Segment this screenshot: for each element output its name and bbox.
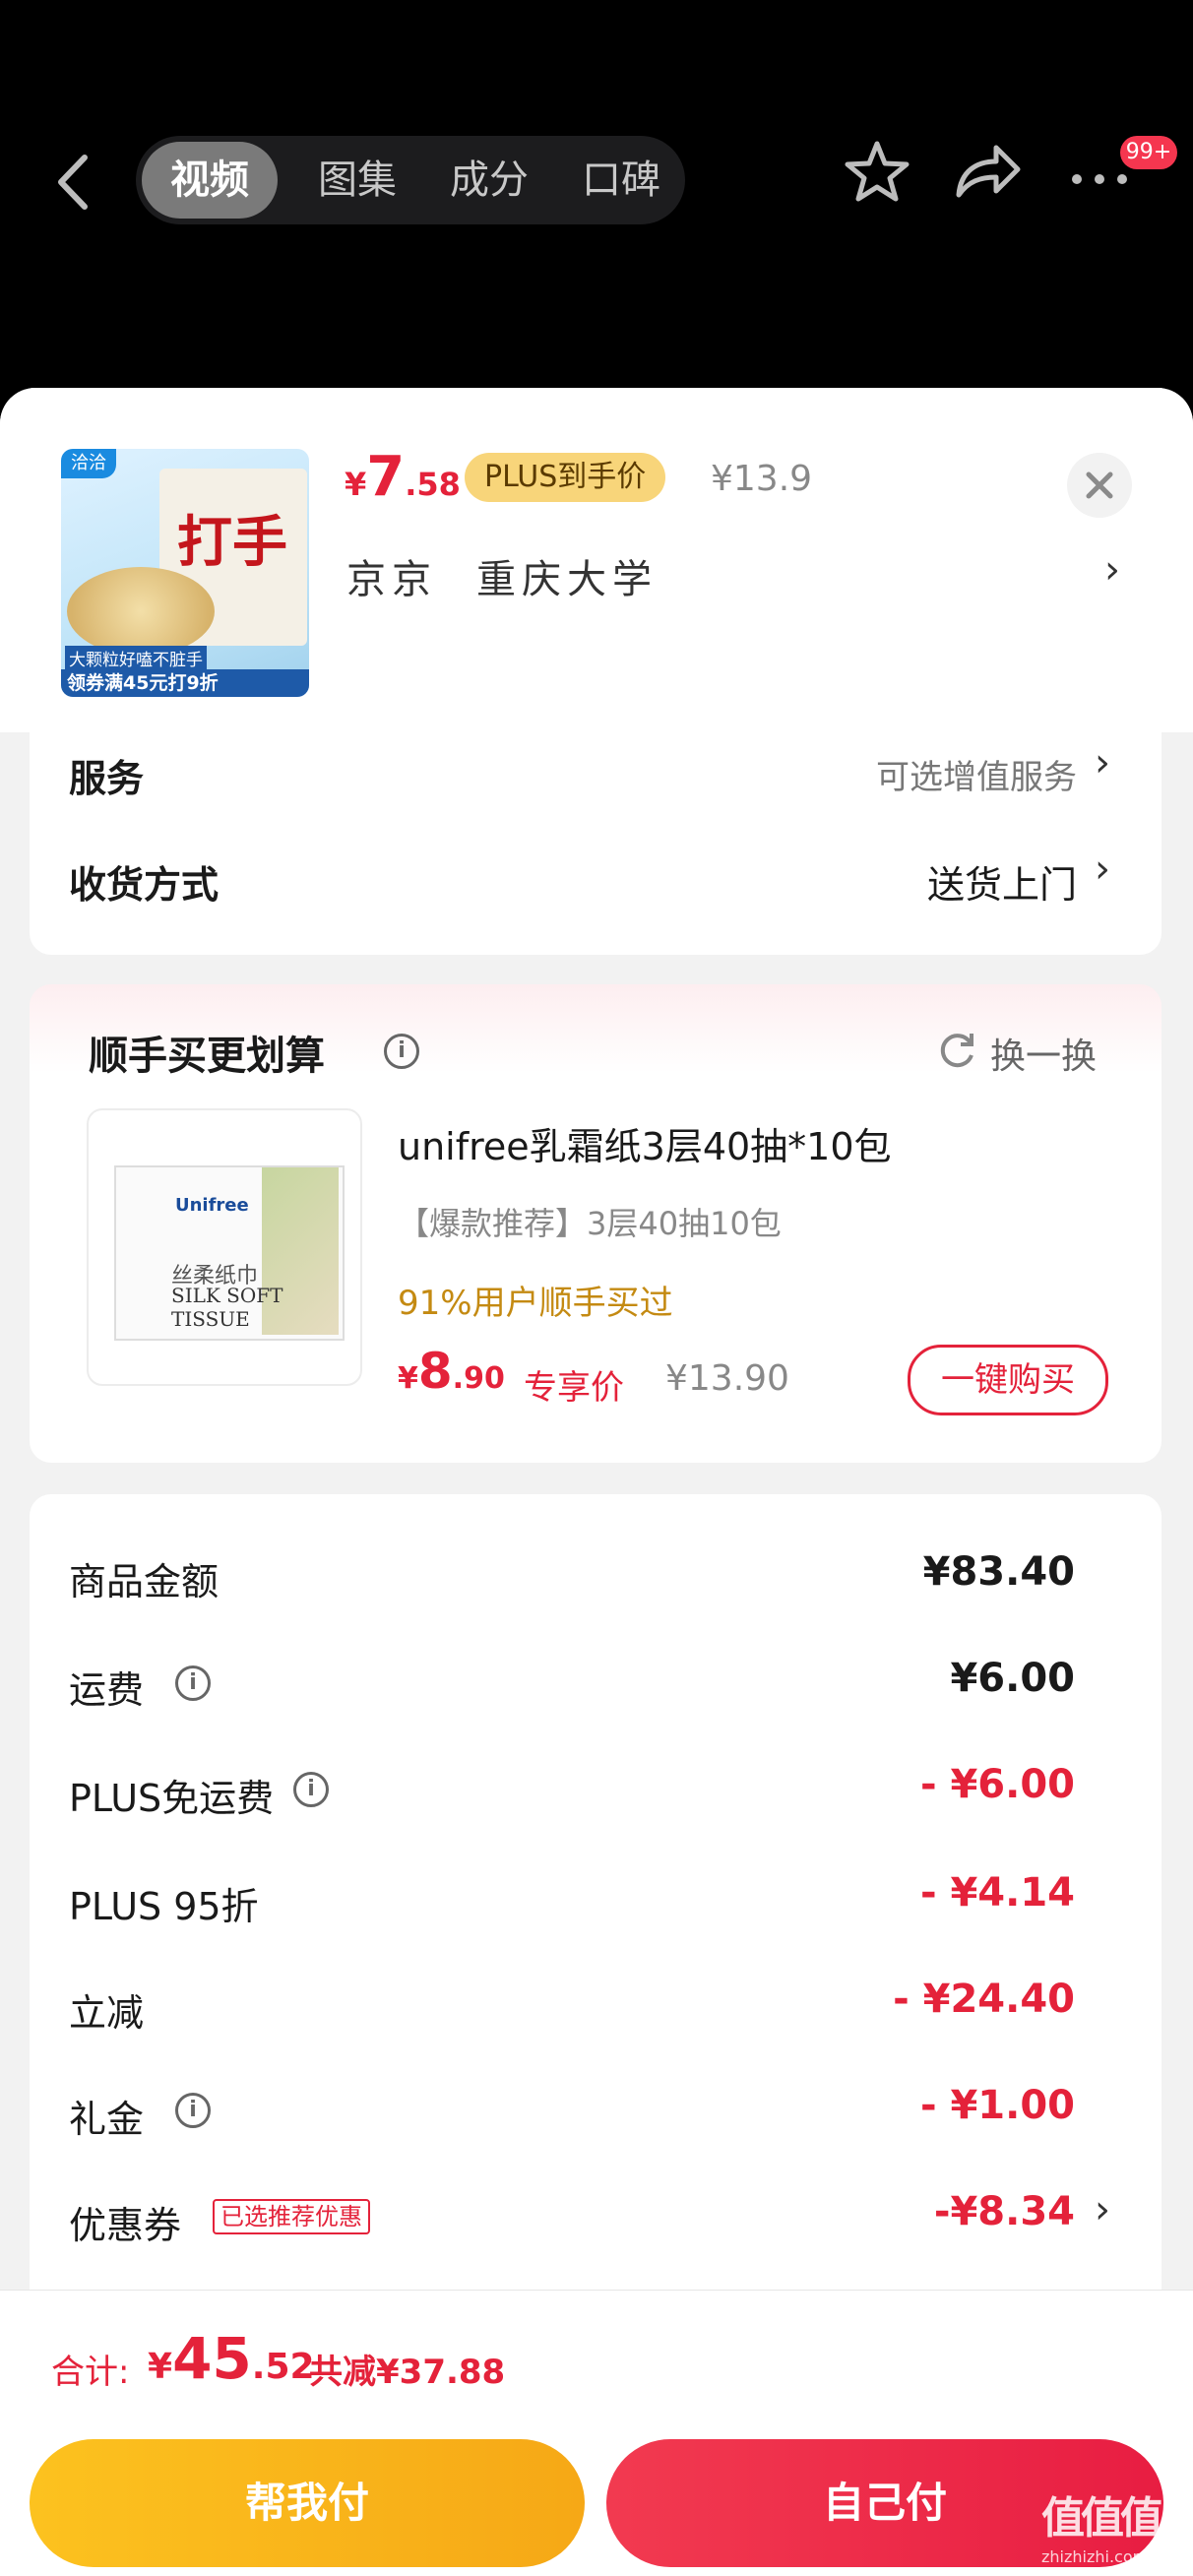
summary-label-instant-discount: 立减 [69, 1991, 145, 2035]
tab-ingredients[interactable]: 成分 [425, 136, 553, 224]
summary-value-goods: ¥83.40 [922, 1549, 1075, 1595]
notification-badge: 99+ [1120, 136, 1177, 169]
plus-price-badge: PLUS到手价 [465, 453, 666, 502]
summary-label-shipping: 运费 [69, 1668, 145, 1712]
address-chevron-icon[interactable]: › [1104, 547, 1120, 593]
summary-label-plus-free-shipping: PLUS免运费 [69, 1777, 275, 1820]
coupon-chevron-icon[interactable]: › [1095, 2187, 1110, 2232]
coupon-tag: 已选推荐优惠 [213, 2199, 370, 2234]
addon-social-proof: 91%用户顺手买过 [398, 1284, 673, 1323]
addon-original-price: ¥13.90 [665, 1358, 789, 1399]
watermark-logo: 值值值 [1041, 2493, 1163, 2544]
address-name[interactable]: 京京 [346, 547, 437, 604]
summary-label-coupon: 优惠券 [69, 2204, 182, 2247]
thumb-coupon: 领券满45元打9折 [61, 669, 309, 697]
favorite-star-icon[interactable] [843, 138, 911, 211]
close-icon[interactable] [1067, 453, 1132, 518]
tab-video[interactable]: 视频 [142, 142, 278, 219]
delivery-label: 收货方式 [69, 863, 220, 907]
addon-product-image[interactable]: Unifree 丝柔纸巾 SILK SOFT TISSUE [87, 1108, 362, 1386]
summary-value-gift: - ¥1.00 [919, 2083, 1075, 2128]
addon-price-label: 专享价 [524, 1368, 624, 1408]
service-value[interactable]: 可选增值服务 [630, 750, 1077, 798]
tissue-box-side [262, 1167, 339, 1335]
media-tabs: 视频 图集 成分 口碑 [136, 136, 685, 224]
addon-info-icon[interactable]: i [384, 1034, 419, 1069]
delivery-value[interactable]: 送货上门 [630, 854, 1077, 909]
help-me-pay-button[interactable]: 帮我付 [30, 2439, 585, 2567]
summary-value-instant-discount: - ¥24.40 [893, 1977, 1075, 2022]
price-summary-card [30, 1494, 1162, 2380]
tissue-brand: Unifree [175, 1195, 249, 1216]
address-place[interactable]: 重庆大学 [476, 547, 658, 604]
plus-shipping-info-icon[interactable]: i [293, 1772, 329, 1807]
summary-label-gift: 礼金 [69, 2098, 145, 2141]
delivery-chevron-icon[interactable]: › [1095, 847, 1110, 892]
original-price: ¥13.9 [711, 459, 813, 499]
total-saved: 共减¥37.88 [309, 2353, 506, 2392]
refresh-label[interactable]: 换一换 [990, 1028, 1097, 1079]
total-price: ¥45.52 [148, 2325, 315, 2392]
gift-info-icon[interactable]: i [175, 2093, 211, 2128]
service-chevron-icon[interactable]: › [1095, 740, 1110, 785]
summary-label-goods: 商品金额 [69, 1560, 220, 1603]
summary-label-plus-discount: PLUS 95折 [69, 1885, 259, 1928]
tab-reviews[interactable]: 口碑 [557, 136, 685, 224]
tab-gallery[interactable]: 图集 [293, 136, 421, 224]
one-click-buy-button[interactable]: 一键购买 [908, 1345, 1108, 1415]
summary-value-plus-discount: - ¥4.14 [919, 1870, 1075, 1916]
share-icon[interactable] [951, 138, 1024, 211]
summary-value-coupon[interactable]: -¥8.34 [780, 2189, 1075, 2234]
addon-tag: 【爆款推荐】3层40抽10包 [398, 1205, 782, 1242]
addon-name[interactable]: unifree乳霜纸3层40抽*10包 [398, 1116, 892, 1170]
brand-logo: 洽洽 [61, 449, 116, 478]
service-label: 服务 [69, 757, 145, 800]
package-title: 打手 [177, 510, 287, 575]
tissue-en-1: SILK SOFT [171, 1284, 283, 1307]
thumb-caption: 大颗粒好嗑不脏手 [65, 646, 207, 670]
shipping-info-icon[interactable]: i [175, 1665, 211, 1701]
addon-price: ¥8.90 [398, 1343, 505, 1400]
product-price: ¥7.58 [345, 445, 461, 509]
tissue-en-2: TISSUE [171, 1307, 250, 1331]
product-image[interactable]: 洽洽 打手 大颗粒好嗑不脏手 领券满45元打9折 [61, 449, 309, 697]
back-icon[interactable] [49, 148, 98, 217]
refresh-icon[interactable] [935, 1028, 978, 1071]
watermark-url: zhizhizhi.com [1041, 2547, 1149, 2566]
total-label: 合计: [51, 2353, 130, 2392]
seeds-graphic [67, 567, 215, 656]
summary-value-shipping: ¥6.00 [950, 1656, 1075, 1701]
summary-value-plus-free-shipping: - ¥6.00 [919, 1762, 1075, 1807]
addon-title: 顺手买更划算 [89, 1034, 325, 1079]
